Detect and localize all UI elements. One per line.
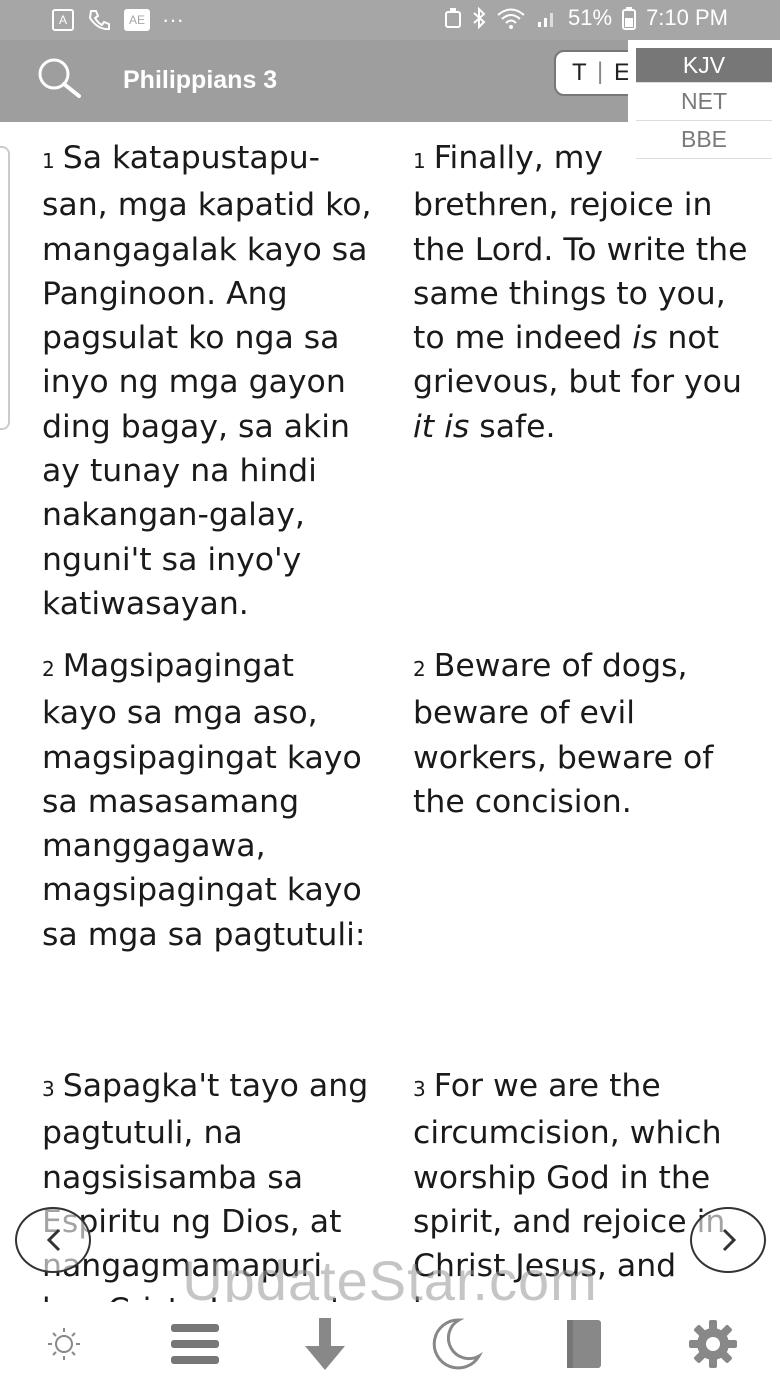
version-option-kjv[interactable]: KJV xyxy=(636,48,772,83)
bottom-toolbar xyxy=(0,1302,780,1386)
notification-a-icon: A xyxy=(52,9,74,31)
english-column: 1 Finally, my brethren, rejoice in the Lo… xyxy=(413,136,753,1302)
verse-tl-2: 2 Magsipagingat kayo sa mga aso, magsipag… xyxy=(42,644,372,1044)
clock: 7:10 PM xyxy=(646,5,728,30)
gear-icon[interactable] xyxy=(683,1316,743,1372)
battery-icon xyxy=(622,7,637,30)
toggle-divider: | xyxy=(597,58,604,85)
search-icon[interactable] xyxy=(33,54,83,104)
download-icon[interactable] xyxy=(295,1316,355,1372)
phone-icon xyxy=(88,10,110,31)
app-notification-icon: AE xyxy=(124,9,150,31)
moon-icon[interactable] xyxy=(425,1316,485,1372)
verse-italic: is xyxy=(632,320,658,357)
verse-en-2: 2 Beware of dogs, beware of evil workers,… xyxy=(413,644,753,1044)
battery-percent: 51% xyxy=(568,5,613,30)
verse-number: 2 xyxy=(413,657,426,681)
verse-number: 1 xyxy=(42,149,55,173)
verse-italic: it is xyxy=(413,408,470,445)
verse-number: 1 xyxy=(413,149,426,173)
page-title: Philippians 3 xyxy=(123,66,278,94)
brightness-icon[interactable] xyxy=(34,1316,94,1372)
status-left: A AE ··· xyxy=(52,7,184,33)
tagalog-column: 1 Sa katapustapu-san, mga kapatid ko, man… xyxy=(42,136,372,1302)
version-option-net[interactable]: NET xyxy=(636,83,772,121)
verse-text: safe. xyxy=(469,408,556,445)
recycle-icon xyxy=(445,8,462,28)
verse-en-1: 1 Finally, my brethren, rejoice in the Lo… xyxy=(413,136,753,624)
verse-text: Magsipagingat kayo sa mga aso, magsipagi… xyxy=(42,648,366,953)
wifi-icon xyxy=(497,8,525,29)
book-icon[interactable] xyxy=(555,1316,615,1372)
verse-text: Beware of dogs, beware of evil workers, … xyxy=(413,648,714,820)
verse-tl-1: 1 Sa katapustapu-san, mga kapatid ko, man… xyxy=(42,136,372,624)
bible-content[interactable]: 1 Sa katapustapu-san, mga kapatid ko, man… xyxy=(0,122,780,1302)
verse-text: Sa katapustapu-san, mga kapatid ko, mang… xyxy=(42,140,372,622)
verse-number: 3 xyxy=(42,1077,55,1101)
verse-number: 2 xyxy=(42,657,55,681)
menu-icon[interactable] xyxy=(165,1316,225,1372)
bluetooth-icon xyxy=(473,6,486,30)
status-bar: A AE ··· 51% 7:10 PM xyxy=(0,0,780,40)
toggle-t[interactable]: T xyxy=(572,59,587,87)
status-right: 51% 7:10 PM xyxy=(444,5,728,31)
signal-icon xyxy=(538,13,554,27)
more-notifications-icon: ··· xyxy=(162,7,184,32)
verse-number: 3 xyxy=(413,1077,426,1101)
